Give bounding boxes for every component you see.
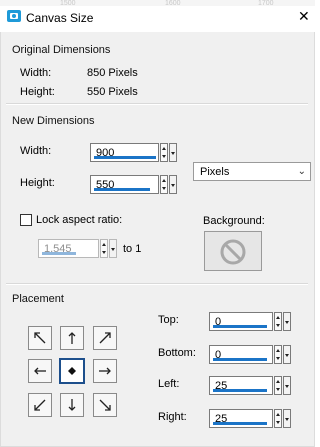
original-dimensions-title: Original Dimensions	[12, 44, 111, 56]
aspect-ratio-input: 1,545	[38, 239, 99, 258]
arrow-right-icon	[99, 367, 111, 375]
top-spinner[interactable]: 0	[209, 312, 293, 333]
lock-aspect-ratio-checkbox[interactable]	[20, 214, 32, 226]
arrow-down-icon	[68, 399, 76, 411]
no-symbol-icon	[220, 239, 246, 265]
units-value: Pixels	[200, 166, 230, 178]
divider	[6, 104, 308, 105]
width-stepper[interactable]	[160, 143, 168, 162]
right-spinner[interactable]: 25	[209, 409, 293, 430]
anchor-bottom-right[interactable]	[93, 393, 117, 417]
anchor-top[interactable]	[60, 326, 84, 350]
arrow-down-right-icon	[99, 399, 111, 411]
ratio-suffix: to 1	[123, 243, 142, 255]
bottom-input[interactable]: 0	[209, 345, 273, 364]
divider	[6, 284, 308, 285]
top-label: Top:	[158, 314, 179, 326]
anchor-top-right[interactable]	[93, 326, 117, 350]
background-color-swatch[interactable]	[204, 231, 262, 271]
arrow-up-right-icon	[99, 332, 111, 344]
height-input[interactable]: 550	[90, 175, 159, 194]
bottom-label: Bottom:	[158, 347, 196, 359]
anchor-top-left[interactable]	[28, 326, 52, 350]
original-width-label: Width:	[20, 67, 52, 79]
right-stepper[interactable]	[274, 409, 282, 428]
close-icon[interactable]: ✕	[298, 9, 310, 23]
anchor-bottom[interactable]	[60, 393, 84, 417]
anchor-center[interactable]	[59, 358, 85, 384]
original-width-value: 850 Pixels	[87, 67, 138, 79]
arrow-up-left-icon	[34, 332, 46, 344]
bottom-dropdown[interactable]	[283, 345, 291, 364]
aspect-ratio-dropdown	[109, 239, 117, 258]
width-input[interactable]: 900	[90, 143, 159, 162]
original-height-value: 550 Pixels	[87, 86, 138, 98]
background-label: Background:	[203, 215, 265, 227]
bottom-spinner[interactable]: 0	[209, 345, 293, 366]
top-stepper[interactable]	[274, 312, 282, 331]
units-select[interactable]: Pixels ⌄	[193, 162, 311, 181]
anchor-left[interactable]	[28, 359, 52, 383]
lock-aspect-ratio-label: Lock aspect ratio:	[36, 214, 123, 226]
center-dot-icon	[68, 367, 76, 375]
bottom-stepper[interactable]	[274, 345, 282, 364]
new-dimensions-title: New Dimensions	[12, 115, 95, 127]
original-height-label: Height:	[20, 86, 55, 98]
arrow-down-left-icon	[34, 399, 46, 411]
left-label: Left:	[158, 378, 180, 390]
chevron-down-icon: ⌄	[297, 166, 306, 177]
left-dropdown[interactable]	[283, 376, 291, 395]
width-spinner[interactable]: 900	[90, 143, 179, 164]
height-dropdown[interactable]	[169, 175, 177, 194]
height-stepper[interactable]	[160, 175, 168, 194]
left-spinner[interactable]: 25	[209, 376, 293, 397]
right-input[interactable]: 25	[209, 409, 273, 428]
anchor-right[interactable]	[93, 359, 117, 383]
new-width-label: Width:	[20, 145, 52, 157]
arrow-left-icon	[34, 367, 46, 375]
anchor-bottom-left[interactable]	[28, 393, 52, 417]
new-height-label: Height:	[20, 177, 55, 189]
width-dropdown[interactable]	[169, 143, 177, 162]
left-input[interactable]: 25	[209, 376, 273, 395]
window-title: Canvas Size	[26, 11, 94, 25]
aspect-ratio-stepper	[100, 239, 108, 258]
height-spinner[interactable]: 550	[90, 175, 179, 196]
top-input[interactable]: 0	[209, 312, 273, 331]
right-label: Right:	[158, 411, 187, 423]
canvas-size-app-icon	[6, 9, 22, 23]
arrow-up-icon	[68, 332, 76, 344]
left-stepper[interactable]	[274, 376, 282, 395]
aspect-ratio-spinner: 1,545	[38, 239, 117, 260]
placement-title: Placement	[12, 293, 64, 305]
right-dropdown[interactable]	[283, 409, 291, 428]
top-dropdown[interactable]	[283, 312, 291, 331]
